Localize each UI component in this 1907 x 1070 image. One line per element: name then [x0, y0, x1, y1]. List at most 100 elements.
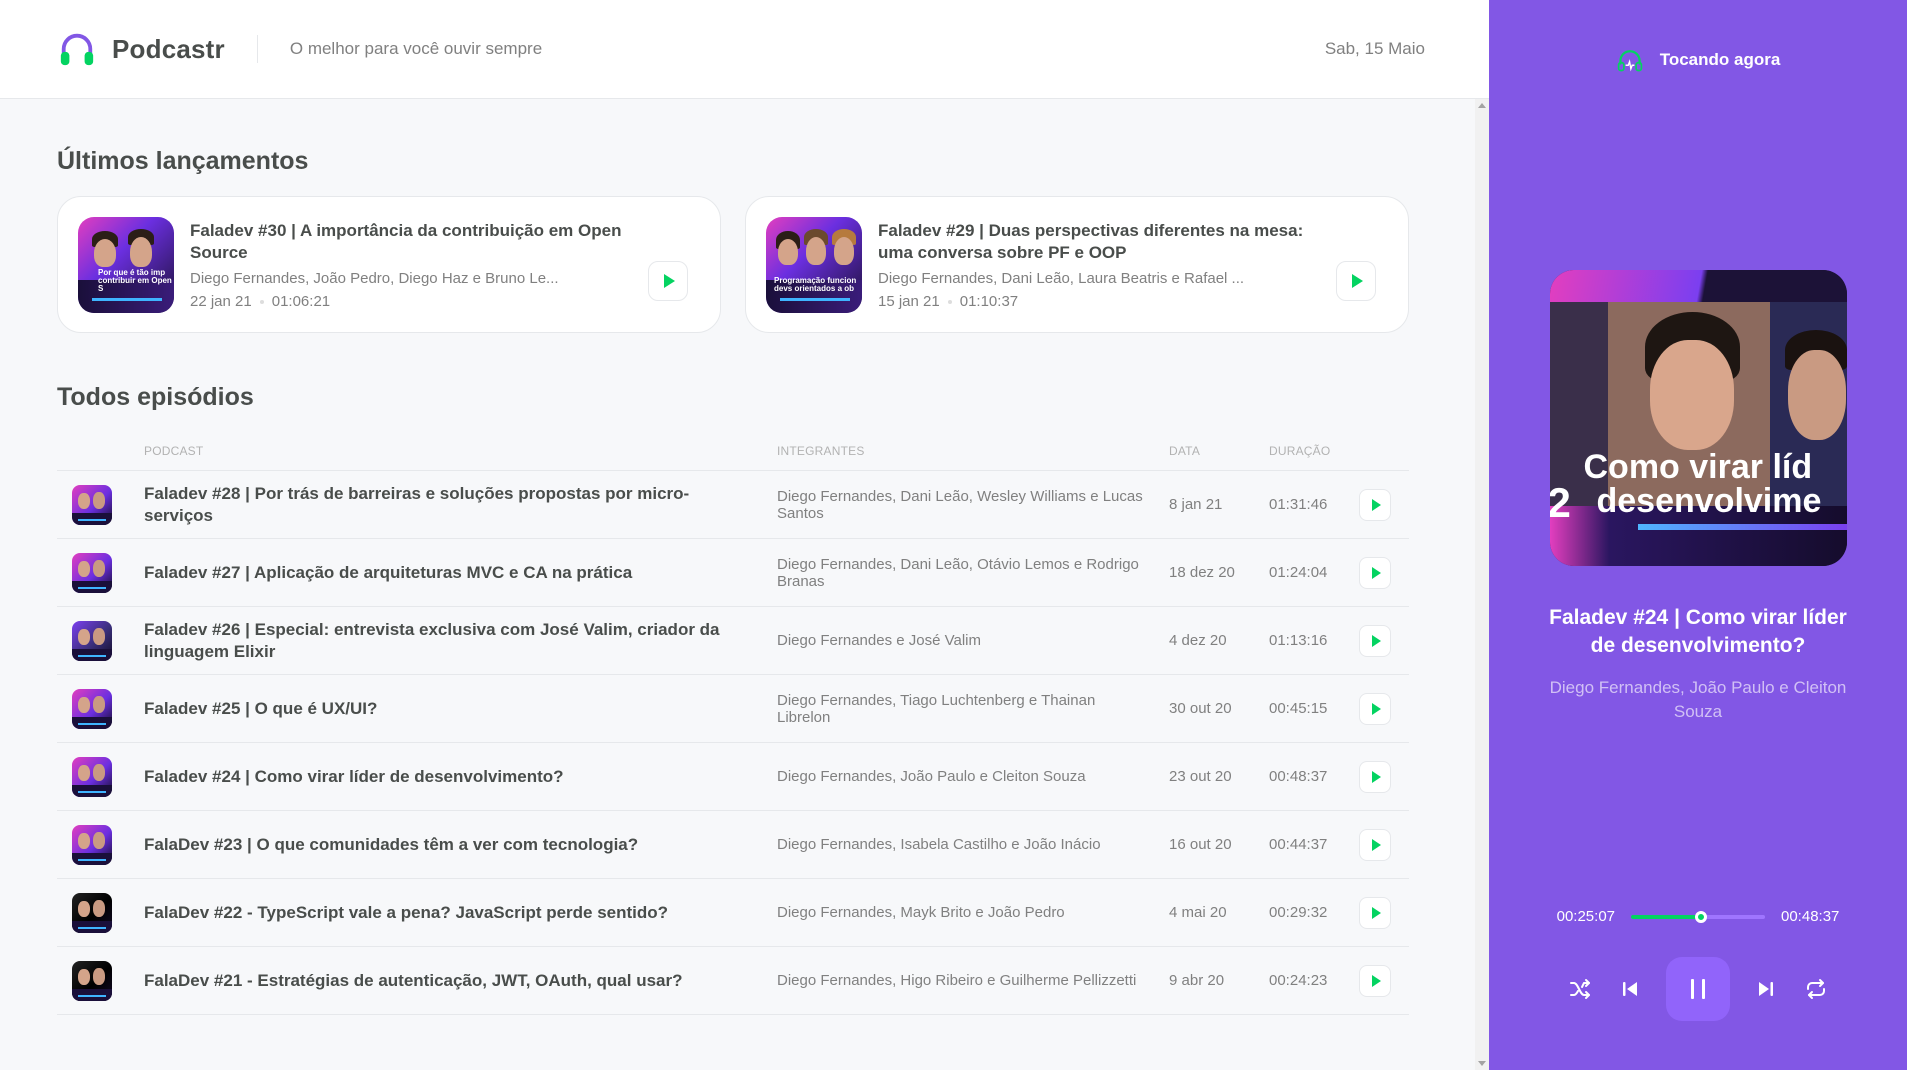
app: Podcastr O melhor para você ouvir sempre…: [0, 0, 1907, 1070]
tagline: O melhor para você ouvir sempre: [289, 39, 543, 58]
row-episode-duration: 00:24:23: [1269, 946, 1359, 1015]
pause-button[interactable]: [1666, 957, 1730, 1021]
row-play-cell: [1359, 810, 1409, 879]
elapsed-time: 00:25:07: [1556, 908, 1615, 925]
play-icon: [1371, 702, 1381, 715]
play-button[interactable]: [1359, 896, 1391, 929]
latest-episode-card[interactable]: Por que é tão imp contribuir em Open S F…: [57, 196, 721, 333]
row-episode-title[interactable]: Faladev #24 | Como virar líder de desenv…: [144, 742, 777, 811]
row-episode-date: 30 out 20: [1169, 674, 1269, 743]
row-episode-members: Diego Fernandes, Tiago Luchtenberg e Tha…: [777, 674, 1169, 743]
row-thumb-cell: [57, 674, 144, 743]
play-button[interactable]: [1359, 760, 1391, 793]
scroll-down-arrow-icon[interactable]: [1478, 1061, 1486, 1066]
row-episode-title[interactable]: FalaDev #23 | O que comunidades têm a ve…: [144, 810, 777, 879]
table-header-row: Podcast Integrantes Data Duração: [57, 444, 1409, 471]
table-row: Faladev #25 | O que é UX/UI? Diego Ferna…: [57, 674, 1409, 743]
episode-thumbnail: [72, 960, 112, 1001]
repeat-button[interactable]: [1802, 975, 1830, 1003]
episode-members: Diego Fernandes, Dani Leão, Laura Beatri…: [878, 269, 1245, 287]
table-body: Faladev #28 | Por trás de barreiras e so…: [57, 470, 1409, 1015]
row-play-cell: [1359, 946, 1409, 1015]
header-members: Integrantes: [777, 444, 1169, 471]
row-play-cell: [1359, 606, 1409, 675]
progress-slider[interactable]: [1631, 910, 1765, 923]
episode-thumbnail: [72, 552, 112, 593]
episode-thumbnail: [72, 688, 112, 729]
play-button[interactable]: [1336, 261, 1376, 301]
row-episode-title[interactable]: Faladev #26 | Especial: entrevista exclu…: [144, 606, 777, 675]
card-info: Faladev #30 | A importância da contribui…: [190, 220, 700, 310]
play-button[interactable]: [1359, 556, 1391, 589]
next-button[interactable]: [1752, 975, 1780, 1003]
card-info: Faladev #29 | Duas perspectivas diferent…: [878, 220, 1388, 310]
table-row: Faladev #28 | Por trás de barreiras e so…: [57, 470, 1409, 539]
current-date: Sab, 15 Maio: [1324, 39, 1425, 58]
play-icon: [1371, 974, 1381, 987]
row-episode-duration: 00:44:37: [1269, 810, 1359, 879]
play-icon: [664, 274, 675, 288]
cover-title-line-2: desenvolvime: [1596, 482, 1822, 520]
scrollbar[interactable]: [1475, 99, 1489, 1070]
row-play-cell: [1359, 538, 1409, 607]
row-thumb-cell: [57, 810, 144, 879]
content: Últimos lançamentos Por que é tão imp co…: [0, 99, 1489, 1070]
row-play-cell: [1359, 674, 1409, 743]
play-icon: [1352, 274, 1363, 288]
progress-fill: [1631, 914, 1701, 919]
play-icon: [1371, 838, 1381, 851]
skip-previous-icon: [1623, 982, 1637, 996]
row-episode-date: 23 out 20: [1169, 742, 1269, 811]
thumbnail-caption: Por que é tão imp contribuir em Open S: [98, 267, 172, 293]
shuffle-button[interactable]: [1566, 975, 1594, 1003]
previous-button[interactable]: [1616, 975, 1644, 1003]
row-episode-title[interactable]: Faladev #27 | Aplicação de arquiteturas …: [144, 538, 777, 607]
episode-title[interactable]: Faladev #29 | Duas perspectivas diferent…: [878, 220, 1328, 264]
pause-icon-bar: [1702, 979, 1705, 999]
row-episode-date: 18 dez 20: [1169, 538, 1269, 607]
episode-thumbnail: Por que é tão imp contribuir em Open S: [78, 216, 174, 313]
row-episode-date: 8 jan 21: [1169, 470, 1269, 539]
episode-thumbnail: Programação funcion devs orientados a ob: [766, 216, 862, 313]
play-button[interactable]: [1359, 964, 1391, 997]
separator-dot: [947, 299, 952, 304]
headphones-icon: [1617, 50, 1642, 72]
pause-icon: [1691, 979, 1694, 999]
row-episode-title[interactable]: Faladev #25 | O que é UX/UI?: [144, 674, 777, 743]
table-row: Faladev #26 | Especial: entrevista exclu…: [57, 606, 1409, 675]
play-button[interactable]: [1359, 828, 1391, 861]
header-date: Data: [1169, 444, 1269, 471]
episode-title[interactable]: Faladev #30 | A importância da contribui…: [190, 220, 640, 264]
row-episode-title[interactable]: FalaDev #22 - TypeScript vale a pena? Ja…: [144, 878, 777, 947]
thumbnail-art: Programação funcion devs orientados a ob: [766, 216, 862, 313]
episode-thumbnail: [72, 892, 112, 933]
row-play-cell: [1359, 470, 1409, 539]
play-button[interactable]: [648, 261, 688, 301]
table-row: Faladev #24 | Como virar líder de desenv…: [57, 742, 1409, 811]
play-icon: [1371, 566, 1381, 579]
episode-thumbnail: [72, 620, 112, 661]
table-row: FalaDev #21 - Estratégias de autenticaçã…: [57, 946, 1409, 1015]
app-name: Podcastr: [112, 33, 225, 64]
header-thumb: [57, 444, 144, 471]
episode-thumbnail: [72, 484, 112, 525]
play-button[interactable]: [1359, 488, 1391, 521]
scroll-up-arrow-icon[interactable]: [1478, 103, 1486, 108]
row-episode-date: 16 out 20: [1169, 810, 1269, 879]
row-episode-title[interactable]: FalaDev #21 - Estratégias de autenticaçã…: [144, 946, 777, 1015]
episode-date: 15 jan 21: [878, 292, 940, 310]
episodes-table: Podcast Integrantes Data Duração Faladev…: [57, 444, 1409, 1015]
latest-episode-card[interactable]: Programação funcion devs orientados a ob…: [745, 196, 1409, 333]
repeat-icon: [1807, 979, 1825, 999]
row-thumb-cell: [57, 742, 144, 811]
play-button[interactable]: [1359, 624, 1391, 657]
player-episode-title: Faladev #24 | Como virar líder de desenv…: [1549, 606, 1847, 657]
all-section-title: Todos episódios: [57, 383, 254, 411]
progress-handle[interactable]: [1694, 910, 1707, 923]
row-episode-title[interactable]: Faladev #28 | Por trás de barreiras e so…: [144, 470, 777, 539]
logo[interactable]: Podcastr: [58, 30, 225, 68]
row-episode-duration: 00:45:15: [1269, 674, 1359, 743]
header-play: [1359, 444, 1409, 471]
play-button[interactable]: [1359, 692, 1391, 725]
row-thumb-cell: [57, 538, 144, 607]
